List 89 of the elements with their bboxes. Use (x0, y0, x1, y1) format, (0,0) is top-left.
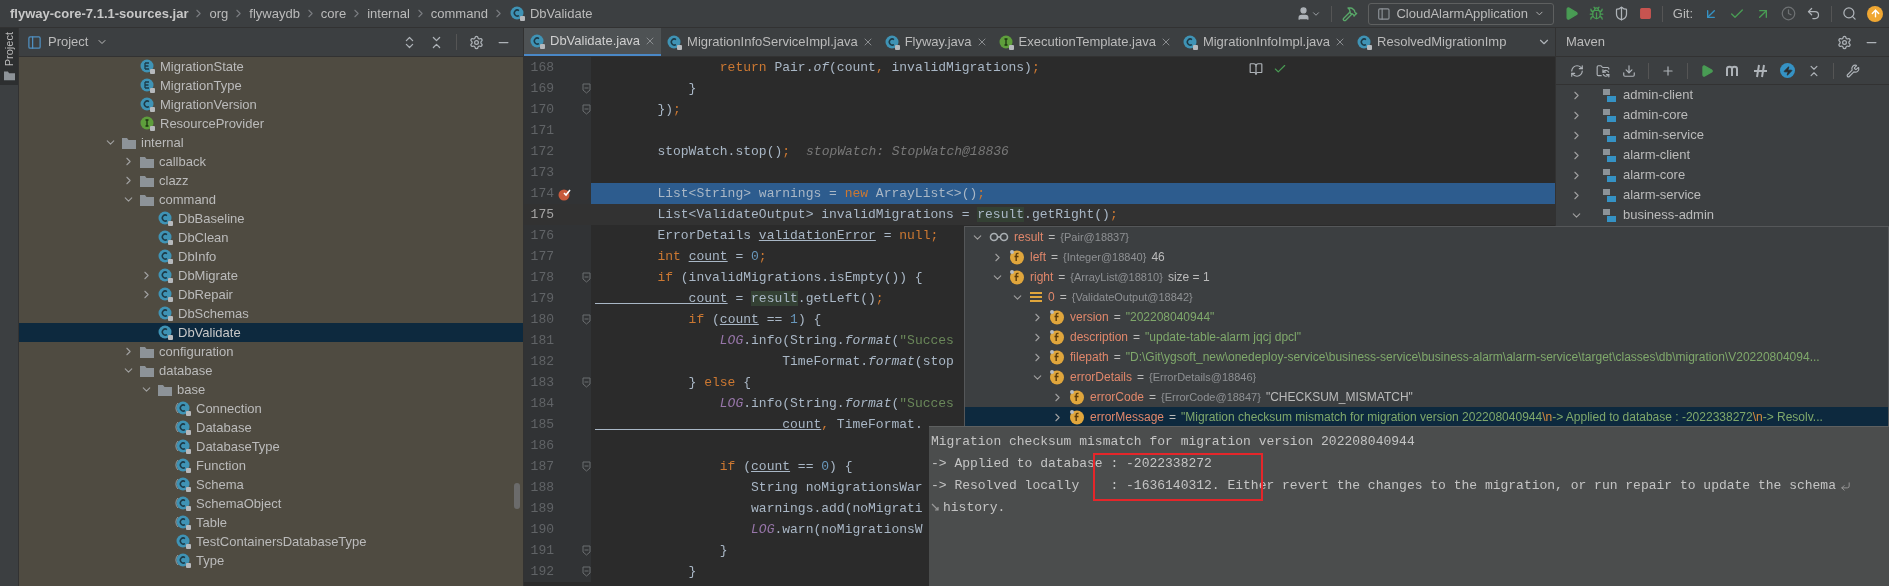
tree-item[interactable]: MigrationVersion (19, 95, 523, 114)
breadcrumb-item[interactable]: command (430, 3, 488, 24)
project-tool-tab[interactable]: Project (0, 28, 18, 86)
tree-item[interactable]: database (19, 361, 523, 380)
run-configuration-dropdown[interactable]: CloudAlarmApplication (1367, 2, 1554, 25)
tree-item[interactable]: configuration (19, 342, 523, 361)
code-line: return Pair.of(count, invalidMigrations); (718, 58, 1040, 77)
tree-item[interactable]: Type (19, 551, 523, 570)
editor-tab[interactable]: MigrationInfoImpl.java (1176, 28, 1352, 56)
value-text-line: Migration checksum mismatch for migration version 202208040944 (931, 433, 1415, 452)
code-line: TimeFormat.format(stop (781, 352, 954, 371)
inline-hint: stopWatch: StopWatch@18836 (806, 142, 1009, 161)
code-line: }); (656, 100, 681, 119)
variable-row[interactable]: filepath = "D:\Git\ygsoft_new\onedeploy-service\business-service\business-alarm\alarm-service\target\classes\db\migration\V20220804094... (965, 347, 1888, 367)
tree-item[interactable]: MigrationState (19, 57, 523, 76)
maven-module[interactable]: alarm-service (1556, 185, 1889, 205)
maven-module[interactable]: admin-client (1556, 85, 1889, 105)
variable-row[interactable]: 0 = {ValidateOutput@18842} (965, 287, 1888, 307)
tree-item[interactable]: command (19, 190, 523, 209)
tree-item[interactable]: DbRepair (19, 285, 523, 304)
breadcrumb-item[interactable]: core (320, 3, 347, 24)
maven-module[interactable]: admin-core (1556, 105, 1889, 125)
tree-item[interactable]: DbSchemas (19, 304, 523, 323)
editor-tab[interactable]: MigrationInfoServiceImpl.java (661, 28, 879, 56)
tree-item[interactable]: DbMigrate (19, 266, 523, 285)
variable-row[interactable]: version = "202208040944" (965, 307, 1888, 327)
tree-item[interactable]: Connection (19, 399, 523, 418)
tab-label: Project (1, 32, 16, 67)
code-line: ErrorDetails validationError = null; (656, 226, 939, 245)
code-line: LOG.warn(noMigrationsW (750, 520, 923, 539)
view-dropdown[interactable]: Project (48, 32, 109, 52)
line-number: 175 (529, 205, 554, 224)
tree-item[interactable]: clazz (19, 171, 523, 190)
value-text-line: history. (943, 499, 1006, 518)
breadcrumb-item[interactable]: flyway-core-7.1.1-sources.jar (10, 3, 189, 24)
tree-item[interactable]: DatabaseType (19, 437, 523, 456)
editor-tab[interactable]: ExecutionTemplate.java (992, 28, 1177, 56)
code-line: if (invalidMigrations.isEmpty()) { (656, 268, 923, 287)
tree-item[interactable]: Table (19, 513, 523, 532)
tree-item[interactable]: Database (19, 418, 523, 437)
git-label: Git: (1672, 4, 1693, 23)
variable-row[interactable]: result = {Pair@18837} (965, 227, 1888, 247)
code-line: if (count == 1) { (687, 310, 822, 329)
code-line: } (687, 562, 697, 581)
maven-module[interactable]: alarm-core (1556, 165, 1889, 185)
breadcrumb-item[interactable]: internal (367, 3, 410, 24)
code-line: } (718, 541, 728, 560)
tree-item[interactable]: DbInfo (19, 247, 523, 266)
tree-item[interactable]: SchemaObject (19, 494, 523, 513)
code-line: count = result.getLeft(); (687, 289, 884, 308)
variable-row[interactable]: description = "update-table-alarm jqcj dpcl" (965, 327, 1888, 347)
code-line: warnings.add(noMigrati (750, 499, 923, 518)
maven-module[interactable]: admin-service (1556, 125, 1889, 145)
code-line: } (687, 79, 697, 98)
code-line: List<String> warnings = new ArrayList<>(); (656, 184, 986, 203)
code-line: List<ValidateOutput> invalidMigrations = result.getRight(); (656, 205, 1118, 224)
maven-module[interactable]: alarm-client (1556, 145, 1889, 165)
editor-tab[interactable]: DbValidate.java (524, 28, 662, 56)
code-line: count, TimeFormat. (781, 415, 923, 434)
tree-item[interactable]: Schema (19, 475, 523, 494)
tree-item[interactable]: base (19, 380, 523, 399)
tree-item[interactable]: internal (19, 133, 523, 152)
code-line: String noMigrationsWar (750, 478, 923, 497)
code-line: int count = 0; (656, 247, 767, 266)
code-line: } else { (687, 373, 752, 392)
panel-title: Maven (1566, 33, 1606, 52)
tree-item[interactable]: DbBaseline (19, 209, 523, 228)
tree-item[interactable]: ResourceProvider (19, 114, 523, 133)
variable-row[interactable]: errorDetails = {ErrorDetails@18846} (965, 367, 1888, 387)
tree-item[interactable]: MigrationType (19, 76, 523, 95)
variable-row[interactable]: right = {ArrayList@18810} size = 1 (965, 267, 1888, 287)
editor-tab[interactable]: ResolvedMigrationImp (1351, 28, 1512, 56)
tree-item[interactable]: DbValidate (19, 323, 523, 342)
tree-item[interactable]: DbClean (19, 228, 523, 247)
breadcrumb-item[interactable]: org (209, 3, 229, 24)
breadcrumb-item[interactable]: DbValidate (529, 3, 593, 24)
variable-row[interactable]: errorMessage = "Migration checksum mismatch for migration version 202208040944\n-> Applied to database : -2022338272\n-> Resolv... (965, 407, 1888, 427)
tree-item[interactable]: TestContainersDatabaseType (19, 532, 523, 551)
code-line: if (count == 0) { (718, 457, 853, 476)
tree-item[interactable]: callback (19, 152, 523, 171)
maven-module[interactable]: business-admin (1556, 205, 1889, 225)
variable-row[interactable]: left = {Integer@18840} 46 (965, 247, 1888, 267)
code-line: LOG.info(String.format("Succes (718, 394, 954, 413)
code-line: LOG.info(String.format("Succes (718, 331, 954, 350)
tree-item[interactable]: Function (19, 456, 523, 475)
code-line: stopWatch.stop(); (656, 142, 791, 161)
variable-row[interactable]: errorCode = {ErrorCode@18847} "CHECKSUM_MISMATCH" (965, 387, 1888, 407)
breadcrumb-item[interactable]: flywaydb (249, 3, 300, 24)
editor-tab[interactable]: Flyway.java (878, 28, 993, 56)
